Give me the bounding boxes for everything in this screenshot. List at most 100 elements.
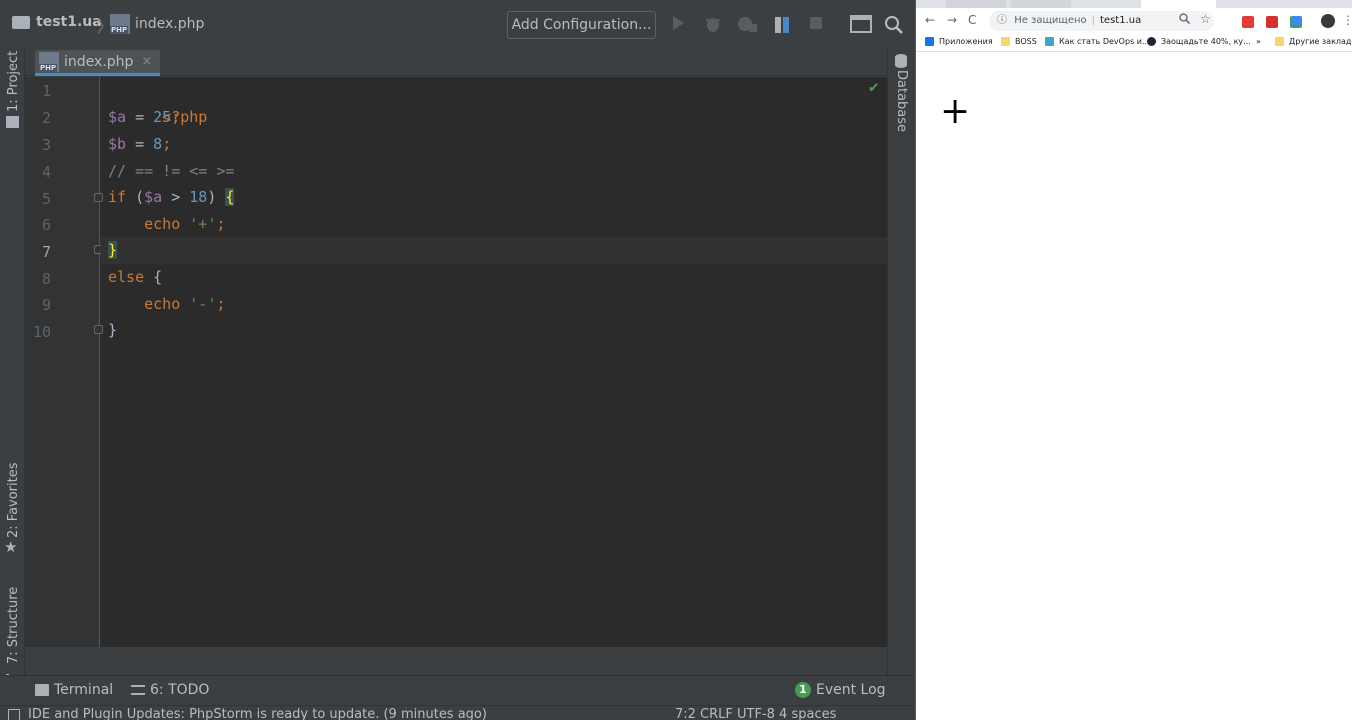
browser-tab-strip	[916, 0, 1352, 8]
bookmark-other[interactable]: Другие закладки	[1275, 37, 1352, 46]
fold-marker[interactable]	[94, 325, 103, 334]
operator: =	[126, 135, 154, 153]
brace: {	[144, 268, 163, 286]
code-line: }	[108, 237, 118, 264]
string: '+'	[189, 215, 217, 233]
status-info[interactable]: 7:2 CRLF UTF-8 4 spaces	[675, 707, 836, 720]
todo-icon	[131, 685, 145, 695]
line-number-active: 7	[41, 243, 51, 261]
operator: >	[162, 188, 190, 206]
comment: // == != <= >=	[108, 162, 235, 180]
back-icon[interactable]: ←	[925, 13, 935, 27]
steam-icon	[1147, 37, 1156, 46]
bookmark-boss[interactable]: BOSS	[1001, 37, 1037, 46]
terminal-icon	[35, 684, 49, 696]
reload-icon[interactable]: C	[968, 13, 976, 27]
folder-icon	[1001, 37, 1010, 46]
extension-icon[interactable]	[1266, 16, 1278, 28]
current-line-highlight	[101, 237, 887, 264]
browser-tab[interactable]	[1011, 0, 1071, 8]
bookmark-label: Приложения	[939, 37, 993, 46]
matched-brace: {	[225, 188, 235, 206]
inspection-ok-icon[interactable]: ✔	[869, 77, 879, 96]
keyword: else	[108, 268, 145, 286]
terminal-tab[interactable]: Terminal	[35, 682, 113, 698]
menu-icon[interactable]: ⋮	[1342, 13, 1352, 27]
event-count-badge: 1	[795, 682, 811, 698]
line-number: 4	[41, 163, 51, 181]
browser-toolbar: ← → C ⓘ Не защищено | test1.ua ☆ ⋮	[916, 8, 1352, 34]
browser-tab[interactable]	[946, 0, 1006, 8]
add-configuration-button[interactable]: Add Configuration...	[507, 11, 656, 39]
line-number: 9	[41, 296, 51, 314]
debug-icon[interactable]	[703, 15, 723, 35]
star-icon: ★	[4, 538, 18, 556]
php-output-text: +	[940, 91, 971, 132]
layout-icon[interactable]	[850, 15, 872, 35]
code-line: if ($a > 18) {	[108, 184, 235, 211]
profile-icon[interactable]	[772, 15, 792, 35]
bookmark-label: Заощадьте 40%, ку...	[1161, 37, 1251, 46]
code-line: // == != <= >=	[108, 158, 234, 185]
zoom-icon[interactable]	[1179, 13, 1191, 27]
terminal-label: Terminal	[54, 682, 114, 698]
bookmark-label: BOSS	[1015, 37, 1037, 46]
profile-avatar[interactable]	[1321, 14, 1335, 28]
status-message[interactable]: IDE and Plugin Updates: PhpStorm is read…	[28, 707, 487, 720]
tab-index-php[interactable]: index.php ×	[35, 50, 161, 76]
semicolon: ;	[171, 108, 181, 126]
bookmark-star-icon[interactable]: ☆	[1200, 12, 1211, 26]
project-name: test1.ua	[36, 14, 102, 30]
event-log-tab[interactable]: 1 Event Log	[795, 682, 886, 698]
code-line: <?php	[108, 77, 207, 126]
bookmark-label: Как стать DevOps и...	[1059, 37, 1150, 46]
matched-brace: }	[108, 241, 118, 259]
number: 18	[189, 188, 208, 206]
breadcrumb-file[interactable]: index.php	[110, 14, 204, 34]
code-line: }	[108, 317, 117, 344]
code-editor[interactable]: 1 2 3 4 5 6 7 8 9 10 <?php $a = 2 5; $b =…	[25, 77, 887, 647]
todo-tab[interactable]: 6: TODO	[131, 682, 209, 698]
database-tool-tab[interactable]: Database	[894, 70, 909, 132]
line-number-gutter: 1 2 3 4 5 6 7 8 9 10	[25, 77, 100, 647]
variable: $a	[108, 108, 127, 126]
browser-tab-active[interactable]	[1141, 0, 1216, 8]
search-icon[interactable]	[884, 15, 904, 35]
stop-icon[interactable]	[806, 15, 826, 35]
bookmark-steam[interactable]: Заощадьте 40%, ку...	[1147, 37, 1251, 46]
omnibox-separator: |	[1091, 15, 1096, 26]
fold-marker[interactable]	[94, 193, 103, 202]
code-line: echo '+';	[108, 211, 225, 238]
project-tab-label: 1: Project	[6, 50, 21, 112]
url-text[interactable]: test1.ua	[1100, 15, 1141, 26]
bookmark-devops[interactable]: Как стать DevOps и...	[1045, 37, 1150, 46]
php-file-icon	[110, 14, 130, 34]
breadcrumb-project[interactable]: test1.ua	[12, 14, 102, 30]
site-favicon	[1045, 37, 1054, 46]
apps-grid-icon	[925, 37, 934, 46]
run-icon[interactable]	[668, 15, 688, 35]
bookmarks-overflow[interactable]: »	[1256, 37, 1261, 46]
line-number: 5	[41, 190, 51, 208]
close-tab-icon[interactable]: ×	[141, 54, 152, 69]
paren: (	[126, 188, 145, 206]
event-log-label: Event Log	[816, 682, 886, 698]
navigation-bar: test1.ua 〉 index.php Add Configuration..…	[0, 0, 915, 50]
adblock-extension-icon[interactable]	[1242, 16, 1254, 28]
string: '-'	[189, 295, 217, 313]
line-number: 6	[41, 216, 51, 234]
forward-icon[interactable]: →	[947, 13, 957, 27]
page-content: +	[916, 53, 1352, 720]
semicolon: ;	[216, 295, 226, 313]
bookmark-apps[interactable]: Приложения	[925, 37, 993, 46]
info-icon[interactable]: ⓘ	[997, 15, 1007, 26]
coverage-icon[interactable]	[737, 15, 757, 35]
code-line: $b = 8;	[108, 131, 171, 158]
tool-windows-icon[interactable]	[8, 709, 20, 720]
line-number: 2	[41, 109, 51, 127]
structure-tab-label: 7: Structure	[6, 586, 21, 664]
extension-icon[interactable]	[1292, 16, 1302, 26]
